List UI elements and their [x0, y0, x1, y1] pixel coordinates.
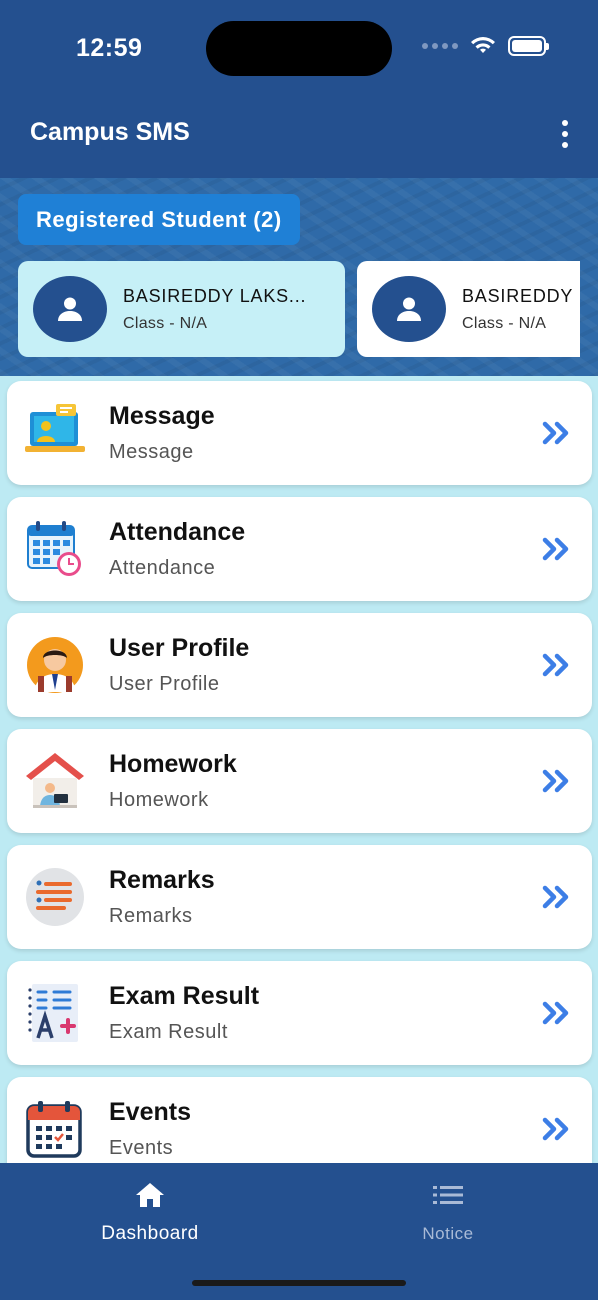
more-options-icon[interactable] [560, 120, 570, 148]
double-chevron-right-icon [542, 421, 569, 445]
menu-subtitle: Exam Result [109, 1021, 228, 1043]
user-profile-icon [27, 637, 83, 693]
student-name: BASIREDDY LAKS... [123, 285, 307, 306]
double-chevron-right-icon [542, 537, 569, 561]
student-section: Registered Student (2) BASIREDDY LAKS...… [0, 178, 598, 376]
menu-subtitle: Events [109, 1137, 174, 1159]
menu-item-remarks[interactable]: Remarks Remarks [7, 845, 592, 949]
student-name: BASIREDDY LAKS... [462, 285, 580, 306]
top-app-bar: 12:59 Campus SMS [0, 0, 598, 178]
student-class: Class - N/A [462, 314, 547, 332]
person-icon [397, 297, 421, 321]
double-chevron-right-icon [542, 769, 569, 793]
dashboard-menu: Message Message Attendance Attendance Us… [0, 376, 598, 1163]
menu-title: Homework [109, 750, 237, 778]
menu-subtitle: Remarks [109, 905, 193, 927]
events-calendar-icon [26, 1101, 82, 1158]
home-indicator [192, 1280, 406, 1286]
remarks-icon [26, 868, 84, 926]
nav-notice[interactable]: Notice [348, 1179, 548, 1244]
status-time: 12:59 [76, 34, 143, 62]
double-chevron-right-icon [542, 653, 569, 677]
menu-subtitle: Message [109, 441, 194, 463]
double-chevron-right-icon [542, 1117, 569, 1141]
menu-subtitle: User Profile [109, 673, 220, 695]
student-card[interactable]: BASIREDDY LAKS... Class - N/A [18, 261, 345, 357]
menu-item-events[interactable]: Events Events [7, 1077, 592, 1163]
menu-title: Exam Result [109, 982, 260, 1010]
menu-item-attendance[interactable]: Attendance Attendance [7, 497, 592, 601]
nav-label: Notice [422, 1224, 474, 1243]
menu-subtitle: Attendance [109, 557, 216, 579]
nav-label: Dashboard [101, 1223, 199, 1244]
menu-title: Events [109, 1098, 191, 1126]
registered-student-chip[interactable]: Registered Student (2) [18, 194, 300, 245]
exam-result-icon [28, 984, 78, 1042]
menu-title: Attendance [109, 518, 246, 546]
app-title: Campus SMS [30, 118, 190, 146]
message-icon [25, 404, 85, 452]
double-chevron-right-icon [542, 885, 569, 909]
menu-subtitle: Homework [109, 789, 209, 811]
student-card[interactable]: BASIREDDY LAKS... Class - N/A [357, 261, 580, 357]
menu-title: Message [109, 402, 215, 430]
nav-dashboard[interactable]: Dashboard [50, 1179, 250, 1245]
dynamic-island [206, 21, 392, 76]
avatar [372, 276, 446, 342]
home-icon [136, 1183, 164, 1207]
status-icons [422, 36, 549, 56]
menu-item-exam-result[interactable]: Exam Result Exam Result [7, 961, 592, 1065]
calendar-clock-icon [27, 521, 81, 576]
person-icon [58, 297, 82, 321]
signal-icon [422, 43, 458, 49]
student-class: Class - N/A [123, 314, 208, 332]
menu-title: User Profile [109, 634, 250, 662]
menu-item-message[interactable]: Message Message [7, 381, 592, 485]
double-chevron-right-icon [542, 1001, 569, 1025]
avatar [33, 276, 107, 342]
menu-item-homework[interactable]: Homework Homework [7, 729, 592, 833]
wifi-icon [471, 37, 495, 53]
menu-title: Remarks [109, 866, 215, 894]
student-carousel[interactable]: BASIREDDY LAKS... Class - N/A BASIREDDY … [18, 261, 580, 357]
list-icon [433, 1186, 463, 1204]
menu-item-user-profile[interactable]: User Profile User Profile [7, 613, 592, 717]
homework-house-icon [26, 753, 84, 808]
battery-icon [508, 36, 549, 56]
